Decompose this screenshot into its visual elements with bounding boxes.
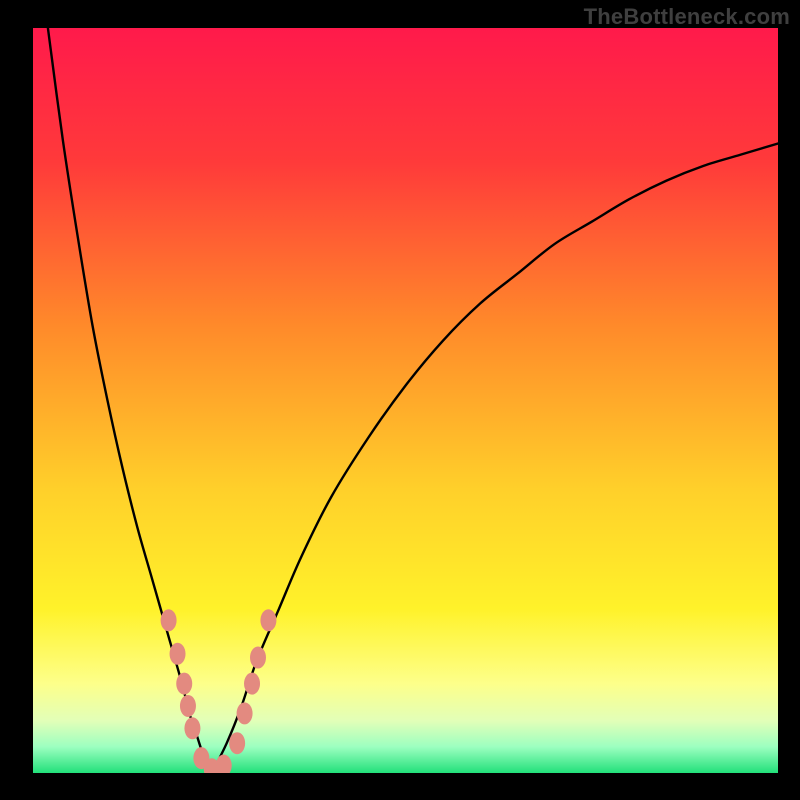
marker-dot <box>180 695 196 717</box>
marker-dot <box>229 732 245 754</box>
marker-dot <box>250 647 266 669</box>
figure-container: TheBottleneck.com <box>0 0 800 800</box>
marker-dot <box>184 717 200 739</box>
marker-dot <box>170 643 186 665</box>
watermark-text: TheBottleneck.com <box>584 4 790 30</box>
marker-dot <box>260 609 276 631</box>
marker-dot <box>161 609 177 631</box>
plot-svg <box>0 0 800 800</box>
marker-dot <box>216 755 232 777</box>
marker-dot <box>237 702 253 724</box>
marker-dot <box>244 673 260 695</box>
plot-background <box>33 28 778 773</box>
marker-dot <box>176 673 192 695</box>
